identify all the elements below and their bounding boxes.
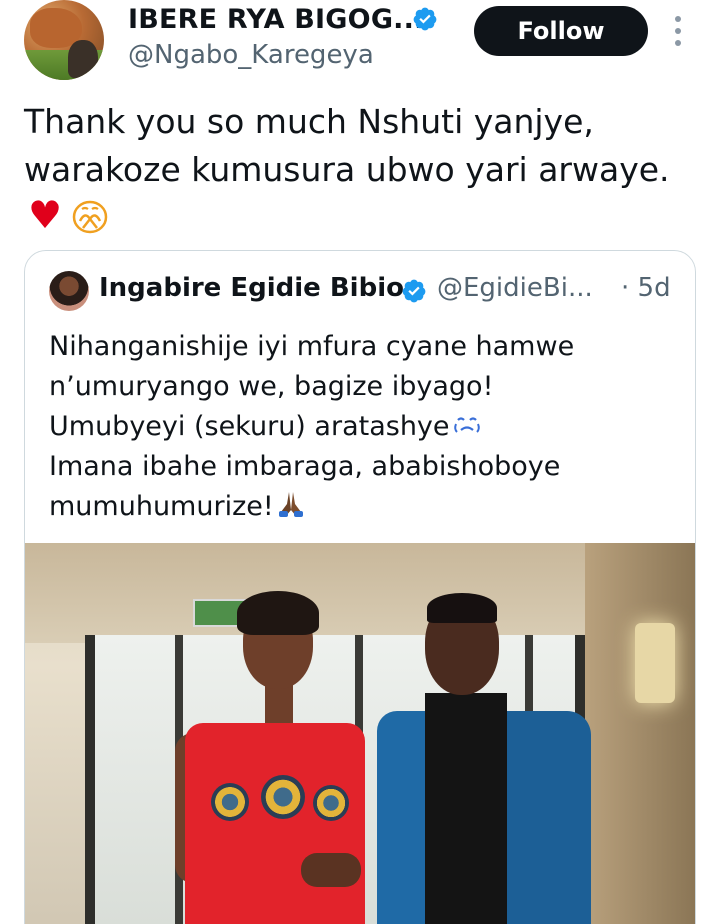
photo-dress-print [261,775,305,819]
quoted-text-line: mumuhumurize! [49,487,689,527]
quoted-text-line: n’umuryango we, bagize ibyago! [49,371,494,402]
quoted-tweet-photo[interactable] [25,543,695,924]
folded-hands-emoji-icon [278,492,303,517]
tweet-text: Thank you so much Nshuti yanjye, warakoz… [24,98,704,194]
more-dot [675,28,681,34]
photo-man-jacket [495,711,591,924]
photo-man-hair [427,593,497,623]
more-dot [675,16,681,22]
tweet-page: IBERE RYA BIGOG... @Ngabo_Karegeya Follo… [0,0,720,924]
photo-wall [585,543,695,924]
author-handle[interactable]: @Ngabo_Karegeya [128,40,374,70]
quoted-tweet-text: Nihanganishije iyi mfura cyane hamwe n’u… [49,327,689,527]
photo-man-turtleneck [425,693,507,924]
photo-dress-print [211,783,249,821]
quoted-timestamp[interactable]: · 5d [621,273,671,303]
quoted-text-line: Imana ibahe imbaraga, ababishoboye [49,451,561,482]
tweet-text-line: Thank you so much Nshuti yanjye, [24,102,594,141]
more-options-icon[interactable] [668,16,688,46]
quoted-author-handle[interactable]: @EgidieBi... [437,273,593,303]
quoted-text-line: Umubyeyi (sekuru) aratashye [49,407,689,447]
verified-badge-icon [402,279,426,303]
praying-face-emoji-icon [72,200,108,234]
quoted-text-fragment: mumuhumurize! [49,491,274,522]
tweet-emoji-row: ♥ [28,192,110,238]
verified-badge-icon [413,7,437,31]
quoted-text-fragment: Umubyeyi (sekuru) aratashye [49,411,450,442]
photo-lamp [635,623,675,703]
follow-button[interactable]: Follow [474,6,648,56]
photo-woman-dress [185,723,365,924]
heart-emoji: ♥ [28,193,63,237]
author-display-name[interactable]: IBERE RYA BIGOG... [128,4,425,35]
photo-dress-print [313,785,349,821]
crying-face-emoji-icon [453,417,480,433]
more-dot [675,40,681,46]
quoted-text-line: Nihanganishije iyi mfura cyane hamwe [49,331,575,362]
photo-clasped-hands [301,853,361,887]
photo-woman-hair [237,591,319,635]
quoted-tweet-card[interactable]: Ingabire Egidie Bibio @EgidieBi... · 5d … [24,250,696,924]
quoted-author-display-name[interactable]: Ingabire Egidie Bibio [99,273,404,303]
avatar-person [68,40,98,78]
quoted-author-avatar[interactable] [49,271,89,311]
author-avatar[interactable] [24,0,104,80]
photo-woman-neck [265,683,293,723]
tweet-text-line: warakoze kumusura ubwo yari arwaye. [24,150,670,189]
